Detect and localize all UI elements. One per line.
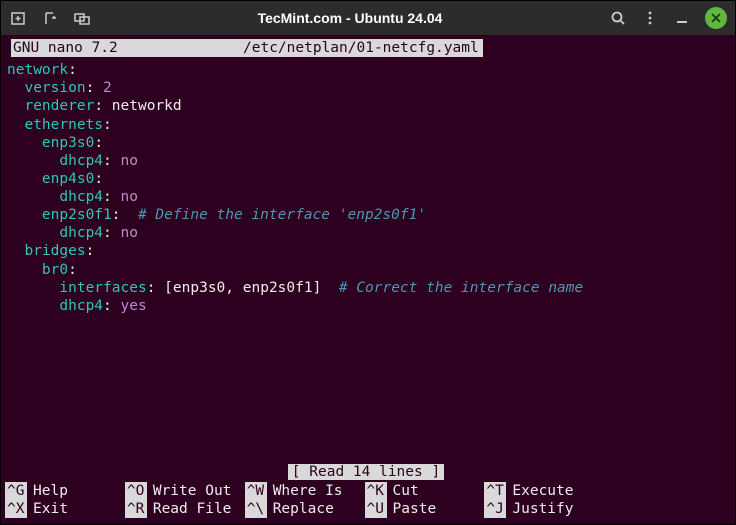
shortcut-label: Cut	[393, 482, 419, 500]
titlebar-left	[9, 9, 91, 27]
terminals-icon[interactable]	[73, 9, 91, 27]
window-titlebar: TecMint.com - Ubuntu 24.04	[1, 1, 735, 35]
shortcut-row: ^X Exit ^R Read File ^\ Replace ^U Paste ^J Justi…	[5, 500, 727, 518]
file-line: network:	[7, 61, 727, 79]
file-line: dhcp4: no	[7, 188, 727, 206]
shortcut-key: ^K	[365, 482, 387, 500]
terminal-area[interactable]: GNU nano 7.2/etc/netplan/01-netcfg.yaml …	[1, 35, 735, 524]
file-line: enp3s0:	[7, 134, 727, 152]
file-line: br0:	[7, 261, 727, 279]
file-line: dhcp4: no	[7, 152, 727, 170]
file-line: interfaces: [enp3s0, enp2s0f1] # Correct…	[7, 279, 727, 297]
file-line: dhcp4: yes	[7, 297, 727, 315]
file-line: bridges:	[7, 242, 727, 260]
nano-status-text: [ Read 14 lines ]	[288, 464, 444, 480]
file-line: renderer: networkd	[7, 97, 727, 115]
shortcut-item: ^W Where Is	[245, 482, 365, 500]
nano-footer: [ Read 14 lines ] ^G Help ^O Write Out ^W Whe…	[5, 463, 727, 518]
shortcut-item: ^\ Replace	[245, 500, 365, 518]
titlebar-right	[609, 7, 727, 29]
nano-app-label: GNU nano 7.2	[11, 39, 241, 57]
shortcut-key: ^T	[484, 482, 506, 500]
close-icon[interactable]	[705, 7, 727, 29]
minimize-icon[interactable]	[673, 9, 691, 27]
shortcut-key: ^W	[245, 482, 267, 500]
shortcut-label: Replace	[273, 500, 334, 518]
shortcut-label: Where Is	[273, 482, 343, 500]
shortcut-label: Help	[33, 482, 68, 500]
file-line: enp2s0f1: # Define the interface 'enp2s0…	[7, 206, 727, 224]
file-line: enp4s0:	[7, 170, 727, 188]
shortcut-row: ^G Help ^O Write Out ^W Where Is ^K Cut ^T Execut…	[5, 482, 727, 500]
shortcut-label: Read File	[153, 500, 232, 518]
shortcut-key: ^J	[484, 500, 506, 518]
nano-filename: /etc/netplan/01-netcfg.yaml	[241, 39, 483, 57]
file-line: dhcp4: no	[7, 224, 727, 242]
shortcut-key: ^X	[5, 500, 27, 518]
shortcut-label: Write Out	[153, 482, 232, 500]
search-icon[interactable]	[609, 9, 627, 27]
shortcut-label: Paste	[393, 500, 437, 518]
shortcut-item: ^J Justify	[484, 500, 604, 518]
shortcut-item: ^X Exit	[5, 500, 125, 518]
shortcut-item: ^R Read File	[125, 500, 245, 518]
shortcut-key: ^\	[245, 500, 267, 518]
file-line: version: 2	[7, 79, 727, 97]
shortcut-key: ^O	[125, 482, 147, 500]
shortcut-item: ^T Execute	[484, 482, 604, 500]
nano-status-line: [ Read 14 lines ]	[5, 463, 727, 481]
shortcut-key: ^U	[365, 500, 387, 518]
shortcut-item: ^K Cut	[365, 482, 485, 500]
window-title: TecMint.com - Ubuntu 24.04	[91, 10, 609, 26]
shortcut-label: Execute	[512, 482, 573, 500]
shortcut-label: Justify	[512, 500, 573, 518]
shortcut-key: ^R	[125, 500, 147, 518]
menu-icon[interactable]	[641, 9, 659, 27]
new-window-icon[interactable]	[41, 9, 59, 27]
shortcut-item: ^G Help	[5, 482, 125, 500]
file-line: ethernets:	[7, 116, 727, 134]
shortcut-item: ^U Paste	[365, 500, 485, 518]
shortcut-item: ^O Write Out	[125, 482, 245, 500]
new-tab-icon[interactable]	[9, 9, 27, 27]
editor-content[interactable]: network: version: 2 renderer: networkd e…	[5, 61, 727, 315]
shortcut-label: Exit	[33, 500, 68, 518]
shortcut-key: ^G	[5, 482, 27, 500]
nano-header-bar: GNU nano 7.2/etc/netplan/01-netcfg.yaml	[11, 39, 727, 57]
